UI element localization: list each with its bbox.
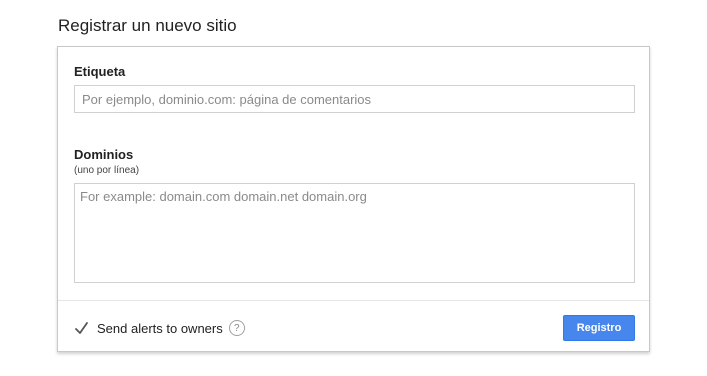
footer-divider [58,300,649,301]
domains-field-label: Dominios [74,147,134,162]
question-mark-icon[interactable]: ? [228,320,245,336]
checkmark-icon [75,321,88,334]
domains-textarea[interactable] [74,183,635,283]
alerts-label: Send alerts to owners [97,320,223,336]
domains-field-hint: (uno por línea) [74,165,140,176]
register-site-card: Etiqueta Dominios (uno por línea) Send a… [57,46,650,352]
register-button[interactable]: Registro [563,315,635,341]
page-title: Registrar un nuevo sitio [58,16,237,35]
label-field-label: Etiqueta [74,64,126,79]
alerts-row: Send alerts to owners ? [74,317,245,339]
alerts-checkbox[interactable] [74,321,89,336]
label-input[interactable] [74,85,635,113]
